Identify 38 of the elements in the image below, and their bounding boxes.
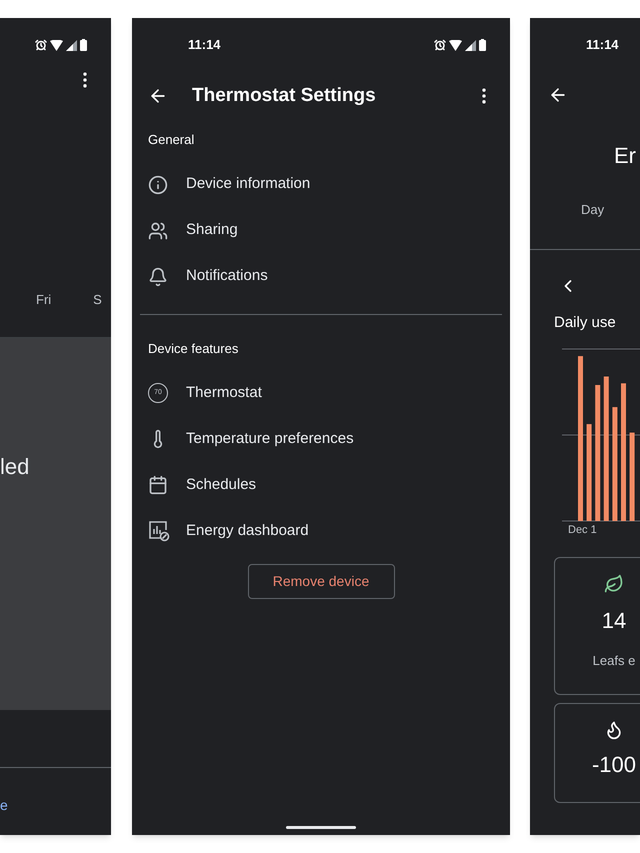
stat-value: 14 <box>602 606 626 634</box>
stat-caption: Leafs e <box>592 652 636 670</box>
home-indicator <box>286 826 356 829</box>
card-text: led <box>0 453 30 481</box>
menu-item[interactable]: Energy dashboard <box>140 508 502 554</box>
battery-icon <box>479 39 486 51</box>
screen-title: Er <box>614 142 636 170</box>
menu-item[interactable]: Device information <box>140 162 502 208</box>
weekday-label[interactable]: S <box>93 290 102 310</box>
signal-icon <box>66 40 77 50</box>
section-heading: General <box>147 131 196 149</box>
energy-chart-icon <box>148 520 170 542</box>
leaf-icon <box>604 574 624 594</box>
weekday-label[interactable]: Fri <box>36 290 52 310</box>
menu-item[interactable]: Sharing <box>140 208 502 254</box>
section-heading: Device features <box>147 340 240 358</box>
stat-value: -100 <box>592 750 636 778</box>
wifi-icon <box>50 40 63 50</box>
signal-icon <box>465 40 476 50</box>
calendar-icon <box>148 475 168 495</box>
menu-item[interactable]: Temperature preferences <box>140 416 502 462</box>
status-time: 11:14 <box>188 36 221 54</box>
battery-icon <box>80 39 87 51</box>
alarm-icon <box>434 39 446 51</box>
menu-item[interactable]: Schedules <box>140 462 502 508</box>
alarm-icon <box>35 39 47 51</box>
people-icon <box>148 220 168 240</box>
screen-title: Thermostat Settings <box>192 84 376 108</box>
bell-icon <box>148 266 168 286</box>
status-time: 11:14 <box>586 36 619 54</box>
period-tab[interactable]: Day <box>581 200 604 220</box>
menu-item[interactable]: Notifications <box>140 254 502 300</box>
chart-title: Daily use <box>554 312 616 332</box>
info-icon <box>148 174 168 194</box>
remove-device-button[interactable]: Remove device <box>248 564 394 599</box>
axis-label: Dec 1 <box>567 523 598 538</box>
wifi-icon <box>449 40 462 50</box>
link[interactable]: e <box>0 795 111 816</box>
